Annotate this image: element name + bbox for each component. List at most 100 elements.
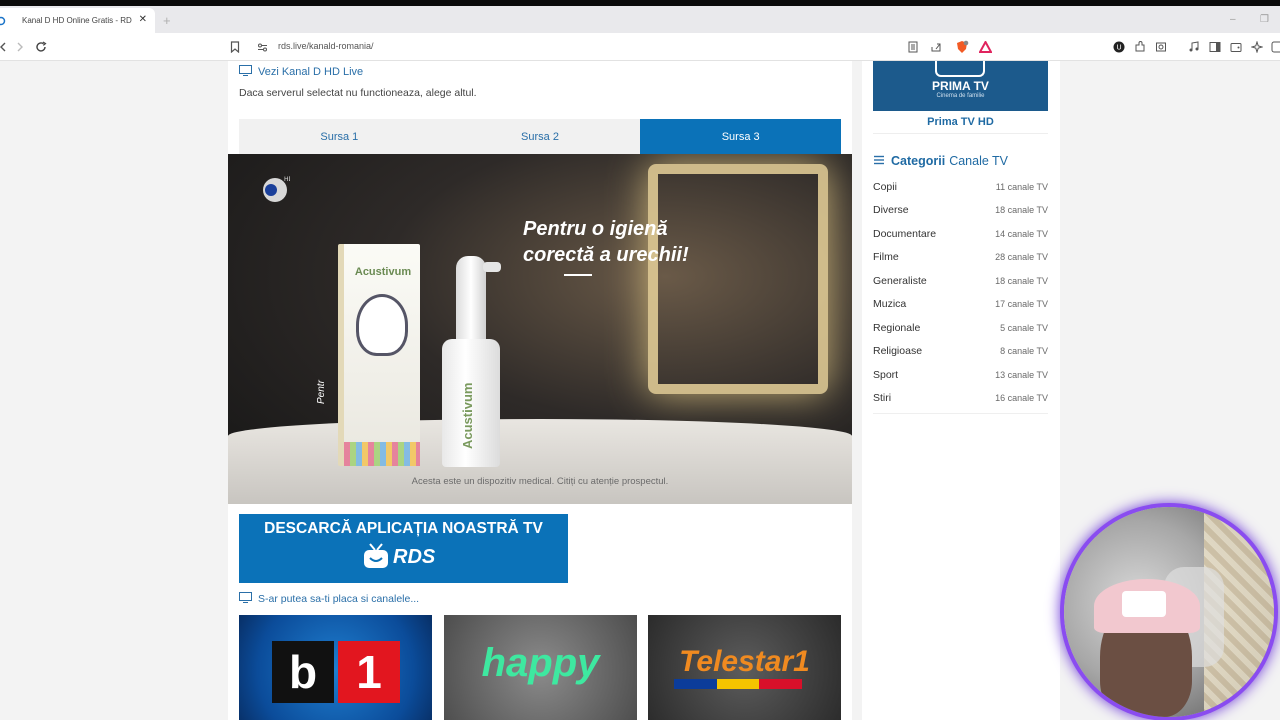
suggest-heading: S-ar putea sa-ti placa si canalele...: [239, 590, 419, 608]
divider: [873, 413, 1048, 414]
ear-icon: [356, 294, 408, 356]
category-count: 8 canale TV: [1000, 346, 1048, 357]
forward-icon[interactable]: [13, 40, 27, 54]
categories-title: Categorii: [891, 154, 946, 168]
ad-side-text: Pentr: [316, 380, 327, 404]
category-count: 18 canale TV: [995, 275, 1048, 286]
category-name: Copii: [873, 180, 897, 193]
category-name: Muzica: [873, 298, 907, 311]
tab-sursa-2[interactable]: Sursa 2: [440, 119, 641, 154]
category-item-diverse[interactable]: Diverse 18 canale TV: [873, 199, 1048, 223]
tab-favicon-icon: [0, 16, 8, 26]
b1-logo-b: b: [272, 641, 334, 703]
share-icon[interactable]: [929, 40, 943, 54]
url-text: rds.live/kanald-romania/: [278, 41, 374, 51]
monitor-icon: [239, 590, 252, 608]
back-icon[interactable]: [0, 40, 10, 54]
media-icon[interactable]: [1187, 40, 1201, 54]
prima-tv-sub: Cinema de familie: [936, 93, 985, 99]
menu-icon[interactable]: [1270, 40, 1280, 54]
reader-mode-icon[interactable]: [906, 40, 920, 54]
spray-nozzle: [456, 256, 486, 341]
category-name: Regionale: [873, 321, 921, 334]
live-heading: Vezi Kanal D HD Live: [239, 63, 363, 81]
wallet-icon[interactable]: [1229, 40, 1243, 54]
category-name: Diverse: [873, 204, 909, 217]
categories-heading: Categorii Canale TV: [873, 152, 1008, 170]
channel-thumb-telestar[interactable]: Telestar1: [648, 615, 841, 720]
suggest-title: S-ar putea sa-ti placa si canalele...: [258, 593, 420, 605]
b1-logo: b 1: [272, 641, 400, 703]
browser-tab-bar: Kanal D HD Online Gratis - RD ✕ + – ❐: [0, 6, 1280, 33]
reload-icon[interactable]: [34, 40, 48, 54]
brave-shield-icon[interactable]: [955, 40, 969, 54]
leo-ai-icon[interactable]: [1250, 40, 1264, 54]
category-item-regionale[interactable]: Regionale 5 canale TV: [873, 316, 1048, 340]
category-item-sport[interactable]: Sport 13 canale TV: [873, 363, 1048, 387]
prima-tv-thumb[interactable]: PRIMA TV Cinema de familie: [873, 61, 1048, 111]
b1-logo-one: 1: [338, 641, 400, 703]
category-name: Stiri: [873, 392, 892, 405]
ad-headline-line-2: corectă a urechii!: [523, 244, 689, 266]
main-content: Vezi Kanal D HD Live Daca serverul selec…: [228, 61, 852, 720]
brave-rewards-icon[interactable]: [978, 40, 992, 54]
category-item-documentare[interactable]: Documentare 14 canale TV: [873, 222, 1048, 246]
category-name: Documentare: [873, 227, 937, 240]
telestar-logo: Telestar1: [679, 645, 810, 678]
address-bar[interactable]: rds.live/kanald-romania/: [250, 37, 1000, 57]
tab-close-icon[interactable]: ✕: [139, 15, 147, 25]
new-tab-button[interactable]: +: [163, 14, 171, 27]
channel-thumb-happy[interactable]: happy: [444, 615, 637, 720]
server-notice: Daca serverul selectat nu functioneaza, …: [239, 87, 477, 99]
browser-tab[interactable]: Kanal D HD Online Gratis - RD ✕: [0, 8, 155, 33]
screenshot-icon[interactable]: [1154, 40, 1168, 54]
spray-tip: [483, 262, 501, 272]
browser-toolbar: rds.live/kanald-romania/ U: [0, 33, 1280, 61]
video-player[interactable]: HD Pentru o igienă corectă a urechii! Ac…: [228, 154, 852, 504]
category-item-religioase[interactable]: Religioase 8 canale TV: [873, 340, 1048, 364]
prima-tv-link[interactable]: Prima TV HD: [873, 116, 1048, 128]
category-name: Sport: [873, 368, 899, 381]
category-item-muzica[interactable]: Muzica 17 canale TV: [873, 293, 1048, 317]
rds-text: RDS: [393, 545, 436, 568]
list-icon: [873, 152, 885, 170]
headline-underline: [564, 274, 592, 276]
category-count: 5 canale TV: [1000, 322, 1048, 333]
bottle-brand: Acustivum: [460, 382, 475, 449]
webcam-cap-badge: [1122, 591, 1166, 617]
category-name: Religioase: [873, 345, 923, 358]
minimize-button[interactable]: –: [1230, 15, 1236, 25]
box-pattern: [344, 442, 420, 466]
category-count: 18 canale TV: [995, 205, 1048, 216]
tab-title: Kanal D HD Online Gratis - RD: [22, 16, 132, 25]
category-name: Filme: [873, 251, 899, 264]
tab-sursa-3[interactable]: Sursa 3: [640, 119, 842, 154]
product-box: Acustivum: [338, 244, 420, 466]
source-tabs: Sursa 1 Sursa 2 Sursa 3: [239, 119, 842, 154]
category-item-copii[interactable]: Copii 11 canale TV: [873, 175, 1048, 199]
category-item-generaliste[interactable]: Generaliste 18 canale TV: [873, 269, 1048, 293]
channel-thumb-b1[interactable]: b 1: [239, 615, 432, 720]
maximize-button[interactable]: ❐: [1260, 15, 1269, 25]
prima-tv-mark-icon: [935, 61, 985, 77]
category-name: Generaliste: [873, 274, 927, 287]
svg-text:HD: HD: [284, 176, 290, 183]
site-settings-icon[interactable]: [255, 40, 269, 54]
divider: [873, 133, 1048, 134]
category-item-stiri[interactable]: Stiri 16 canale TV: [873, 387, 1048, 411]
category-item-filme[interactable]: Filme 28 canale TV: [873, 246, 1048, 270]
prima-tv-logo-text: PRIMA TV: [932, 79, 989, 93]
bookmark-icon[interactable]: [228, 40, 242, 54]
download-app-banner[interactable]: DESCARCĂ APLICAȚIA NOASTRĂ TV RDS: [239, 514, 568, 583]
spray-bottle: Acustivum: [442, 339, 500, 467]
extensions-icon[interactable]: [1133, 40, 1147, 54]
category-count: 11 canale TV: [995, 181, 1048, 192]
tab-sursa-1[interactable]: Sursa 1: [239, 119, 440, 154]
sidebar-toggle-icon[interactable]: [1208, 40, 1222, 54]
webcam-overlay: [1064, 507, 1274, 717]
kanal-d-logo-icon: HD: [260, 174, 294, 204]
rds-logo: RDS: [361, 542, 435, 572]
extension-shield-icon[interactable]: U: [1112, 40, 1126, 54]
ad-headline-line-1: Pentru o igienă: [523, 218, 668, 240]
monitor-icon: [239, 63, 252, 81]
